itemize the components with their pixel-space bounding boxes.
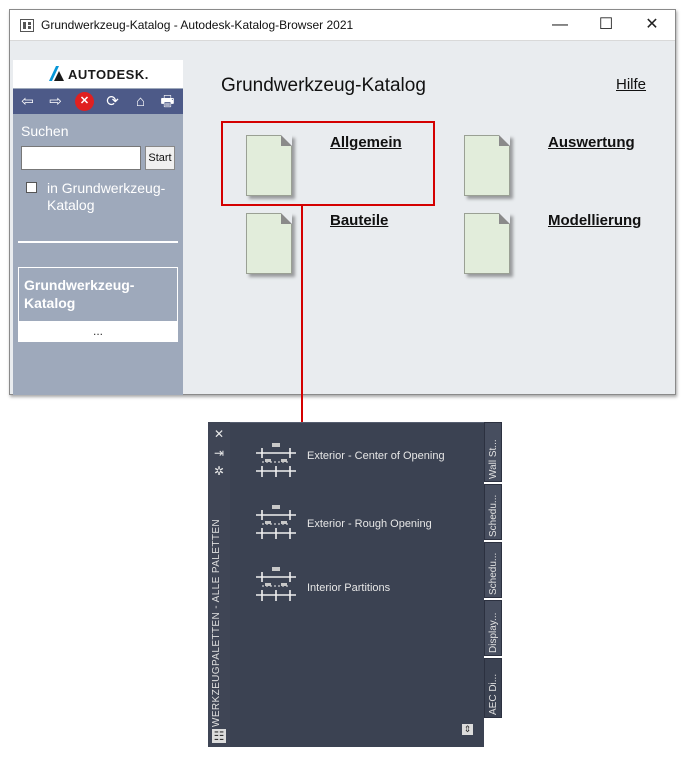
tool-item[interactable]: Exterior - Rough Opening xyxy=(230,503,484,553)
palette-menu-icon[interactable]: ☷ xyxy=(212,729,226,743)
search-input[interactable] xyxy=(21,146,141,170)
scroll-toggle-icon[interactable]: ⇕ xyxy=(462,724,473,735)
autodesk-logo-icon xyxy=(49,66,64,81)
partition-tag-icon xyxy=(256,567,296,601)
help-link[interactable]: Hilfe xyxy=(616,76,646,93)
palette-tab-active[interactable]: AEC Di... xyxy=(484,658,502,718)
palette-tab[interactable]: Display... xyxy=(484,600,502,656)
print-icon[interactable]: 🖶 xyxy=(158,92,177,111)
category-link-bauteile[interactable]: Bauteile xyxy=(330,212,388,229)
page-title: Grundwerkzeug-Katalog xyxy=(221,75,426,96)
close-icon[interactable]: ✕ xyxy=(212,427,226,441)
palette-tab-label: Schedu... xyxy=(488,552,499,595)
category-link-auswertung[interactable]: Auswertung xyxy=(548,134,635,151)
window-title: Grundwerkzeug-Katalog - Autodesk-Katalog… xyxy=(41,18,354,32)
sidebar-divider xyxy=(18,241,178,243)
in-catalog-label: in Grundwerkzeug-Katalog xyxy=(47,180,166,213)
palette-tab[interactable]: Schedu... xyxy=(484,542,502,598)
auto-hide-icon[interactable]: ⇥ xyxy=(212,446,226,460)
title-bar: Grundwerkzeug-Katalog - Autodesk-Katalog… xyxy=(10,10,675,41)
minimize-button[interactable]: — xyxy=(537,10,583,41)
highlight-connector-line xyxy=(301,205,303,422)
tool-label: Interior Partitions xyxy=(307,582,391,594)
palette-tab-label: Wall St... xyxy=(488,439,499,479)
palette-tab-label: Display... xyxy=(488,612,499,653)
autodesk-logo: AUTODESK. xyxy=(13,60,183,88)
tool-palette: ✕ ⇥ ✲ WERKZEUGPALETTEN - ALLE PALETTEN ☷… xyxy=(208,422,502,747)
current-catalog-item[interactable]: Grundwerkzeug-Katalog xyxy=(19,268,177,321)
catalog-list: Grundwerkzeug-Katalog ... xyxy=(18,267,178,342)
back-arrow-icon[interactable]: ⇦ xyxy=(18,92,37,111)
forward-arrow-icon[interactable]: ⇨ xyxy=(46,92,65,111)
tool-label: Exterior - Center of Opening xyxy=(307,450,445,462)
highlight-frame xyxy=(221,121,435,206)
palette-tab[interactable]: Wall St... xyxy=(484,422,502,482)
palette-title: WERKZEUGPALETTEN - ALLE PALETTEN xyxy=(211,518,222,727)
palette-tab-label: Schedu... xyxy=(488,494,499,537)
navigation-toolbar: ⇦ ⇨ ✕ ⟳ ⌂ 🖶 xyxy=(13,89,183,114)
tool-item[interactable]: Interior Partitions xyxy=(230,565,484,615)
document-icon[interactable] xyxy=(246,213,292,274)
maximize-button[interactable]: ☐ xyxy=(583,10,629,41)
category-link-modellierung[interactable]: Modellierung xyxy=(548,212,641,229)
logo-text: AUTODESK. xyxy=(68,67,149,82)
app-icon xyxy=(20,19,34,32)
in-catalog-checkbox[interactable] xyxy=(26,182,37,193)
opening-tag-icon xyxy=(256,505,296,539)
tool-item[interactable]: Exterior - Center of Opening xyxy=(230,441,484,491)
home-icon[interactable]: ⌂ xyxy=(131,92,150,111)
palette-tab-label: AEC Di... xyxy=(488,673,499,715)
more-catalogs[interactable]: ... xyxy=(18,324,178,338)
start-button[interactable]: Start xyxy=(145,146,175,170)
stop-icon[interactable]: ✕ xyxy=(75,92,94,111)
refresh-icon[interactable]: ⟳ xyxy=(103,92,122,111)
tool-label: Exterior - Rough Opening xyxy=(307,518,432,530)
document-icon[interactable] xyxy=(464,135,510,196)
opening-tag-icon xyxy=(256,443,296,477)
palette-tabs: Wall St... Schedu... Schedu... Display..… xyxy=(484,422,502,747)
document-icon[interactable] xyxy=(464,213,510,274)
palette-tab[interactable]: Schedu... xyxy=(484,484,502,540)
palette-content: Exterior - Center of Opening Exterior - … xyxy=(230,422,484,747)
search-label: Suchen xyxy=(21,123,69,139)
properties-icon[interactable]: ✲ xyxy=(212,464,226,478)
close-button[interactable]: ✕ xyxy=(629,10,675,41)
palette-title-strip: ✕ ⇥ ✲ WERKZEUGPALETTEN - ALLE PALETTEN ☷ xyxy=(208,422,230,747)
sidebar: AUTODESK. ⇦ ⇨ ✕ ⟳ ⌂ 🖶 Suchen Start in Gr… xyxy=(13,60,183,395)
